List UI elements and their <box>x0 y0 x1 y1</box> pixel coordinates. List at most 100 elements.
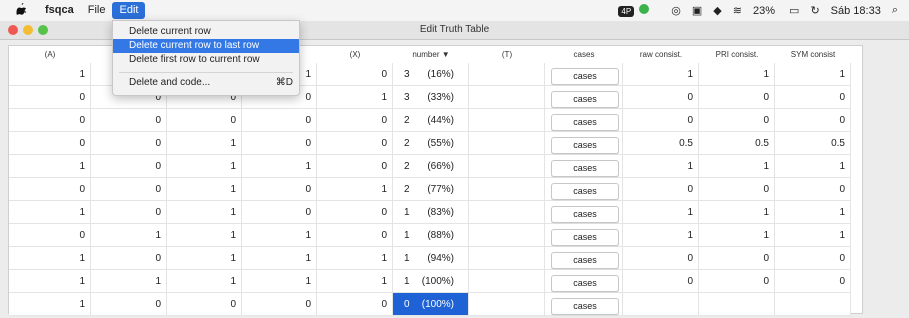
cell-B[interactable]: 1 <box>91 224 167 247</box>
cell-D[interactable]: 0 <box>242 201 317 224</box>
column-header[interactable]: cases <box>545 46 623 63</box>
cases-button[interactable]: cases <box>551 137 619 154</box>
number-cell[interactable]: 2 (77%) <box>393 178 469 201</box>
cell-D[interactable]: 1 <box>242 224 317 247</box>
screen-icon[interactable]: ▣ <box>692 4 702 17</box>
cell-A[interactable]: 0 <box>9 224 91 247</box>
cell-sym[interactable]: 0 <box>775 247 851 270</box>
cell-pri[interactable]: 0 <box>699 109 775 132</box>
cell-raw[interactable]: 1 <box>623 155 699 178</box>
menu-item-delete-and-code[interactable]: Delete and code... ⌘D <box>113 76 299 90</box>
number-cell[interactable]: 1 (88%) <box>393 224 469 247</box>
search-icon[interactable]: ⌕ <box>892 4 898 17</box>
cell-raw[interactable]: 1 <box>623 63 699 86</box>
disc-icon[interactable]: ◎ <box>671 4 681 17</box>
cell-D[interactable]: 0 <box>242 293 317 316</box>
cell-C[interactable]: 1 <box>167 132 242 155</box>
cell-raw[interactable]: 0 <box>623 109 699 132</box>
cell-T[interactable] <box>469 201 545 224</box>
number-cell[interactable]: 2 (44%) <box>393 109 469 132</box>
cell-T[interactable] <box>469 224 545 247</box>
cell-D[interactable]: 0 <box>242 178 317 201</box>
cell-raw[interactable]: 1 <box>623 201 699 224</box>
number-cell[interactable]: 2 (66%) <box>393 155 469 178</box>
cell-pri[interactable]: 1 <box>699 63 775 86</box>
cell-C[interactable]: 1 <box>167 155 242 178</box>
cell-B[interactable]: 1 <box>91 270 167 293</box>
cell-A[interactable]: 0 <box>9 86 91 109</box>
cell-pri[interactable]: 0 <box>699 178 775 201</box>
cell-T[interactable] <box>469 293 545 316</box>
cell-X[interactable]: 1 <box>317 86 393 109</box>
cell-T[interactable] <box>469 178 545 201</box>
cell-T[interactable] <box>469 86 545 109</box>
cell-T[interactable] <box>469 63 545 86</box>
cell-sym[interactable]: 1 <box>775 224 851 247</box>
cell-pri[interactable]: 0.5 <box>699 132 775 155</box>
cell-B[interactable]: 0 <box>91 201 167 224</box>
cell-X[interactable]: 0 <box>317 201 393 224</box>
apple-icon[interactable] <box>16 2 32 19</box>
file-menu[interactable]: File <box>81 2 113 19</box>
number-cell[interactable]: 1 (94%) <box>393 247 469 270</box>
column-header[interactable]: (A) <box>9 46 91 63</box>
number-cell[interactable]: 1 (83%) <box>393 201 469 224</box>
cell-raw[interactable]: 0.5 <box>623 132 699 155</box>
cell-T[interactable] <box>469 247 545 270</box>
number-cell[interactable]: 3 (16%) <box>393 63 469 86</box>
cases-button[interactable]: cases <box>551 252 619 269</box>
cell-sym[interactable]: 1 <box>775 63 851 86</box>
cell-raw[interactable]: 0 <box>623 86 699 109</box>
cell-raw[interactable]: 0 <box>623 270 699 293</box>
cell-X[interactable]: 0 <box>317 293 393 316</box>
cell-C[interactable]: 1 <box>167 178 242 201</box>
cell-X[interactable]: 0 <box>317 155 393 178</box>
cases-button[interactable]: cases <box>551 68 619 85</box>
cell-raw[interactable]: 0 <box>623 247 699 270</box>
cell-X[interactable]: 1 <box>317 178 393 201</box>
cases-button[interactable]: cases <box>551 160 619 177</box>
cell-raw[interactable]: 1 <box>623 224 699 247</box>
cell-T[interactable] <box>469 132 545 155</box>
cell-A[interactable]: 0 <box>9 178 91 201</box>
cell-sym[interactable]: 0 <box>775 270 851 293</box>
column-header[interactable]: SYM consist <box>775 46 851 63</box>
cell-A[interactable]: 1 <box>9 247 91 270</box>
number-cell[interactable]: 1 (100%) <box>393 270 469 293</box>
cell-D[interactable]: 1 <box>242 247 317 270</box>
cell-sym[interactable]: 0 <box>775 109 851 132</box>
cell-pri[interactable]: 1 <box>699 155 775 178</box>
cell-B[interactable]: 0 <box>91 178 167 201</box>
column-header[interactable]: (X) <box>317 46 393 63</box>
cell-C[interactable]: 1 <box>167 270 242 293</box>
cell-X[interactable]: 0 <box>317 224 393 247</box>
cell-sym[interactable]: 1 <box>775 201 851 224</box>
cell-B[interactable]: 0 <box>91 247 167 270</box>
cell-D[interactable]: 0 <box>242 132 317 155</box>
cell-A[interactable]: 1 <box>9 293 91 316</box>
cell-A[interactable]: 1 <box>9 155 91 178</box>
diamond-icon[interactable]: ◆ <box>713 4 721 17</box>
cell-C[interactable]: 1 <box>167 201 242 224</box>
number-cell[interactable]: 3 (33%) <box>393 86 469 109</box>
cell-A[interactable]: 1 <box>9 63 91 86</box>
cell-A[interactable]: 1 <box>9 201 91 224</box>
cases-button[interactable]: cases <box>551 206 619 223</box>
wifi-icon[interactable]: ≋ <box>733 4 742 17</box>
cell-T[interactable] <box>469 270 545 293</box>
cases-button[interactable]: cases <box>551 298 619 315</box>
cell-pri[interactable]: 1 <box>699 224 775 247</box>
column-header[interactable]: number ▼ <box>393 46 469 63</box>
clock[interactable]: Sáb 18:33 <box>831 5 881 17</box>
cell-A[interactable]: 0 <box>9 109 91 132</box>
cell-sym[interactable]: 0 <box>775 86 851 109</box>
cell-A[interactable]: 0 <box>9 132 91 155</box>
edit-menu[interactable]: Edit <box>112 2 146 19</box>
cell-sym[interactable]: 0 <box>775 178 851 201</box>
cell-X[interactable]: 1 <box>317 270 393 293</box>
app-menu[interactable]: fsqca <box>38 2 81 19</box>
cell-pri[interactable] <box>699 293 775 316</box>
cell-B[interactable]: 0 <box>91 155 167 178</box>
cell-B[interactable]: 0 <box>91 109 167 132</box>
cell-pri[interactable]: 1 <box>699 201 775 224</box>
